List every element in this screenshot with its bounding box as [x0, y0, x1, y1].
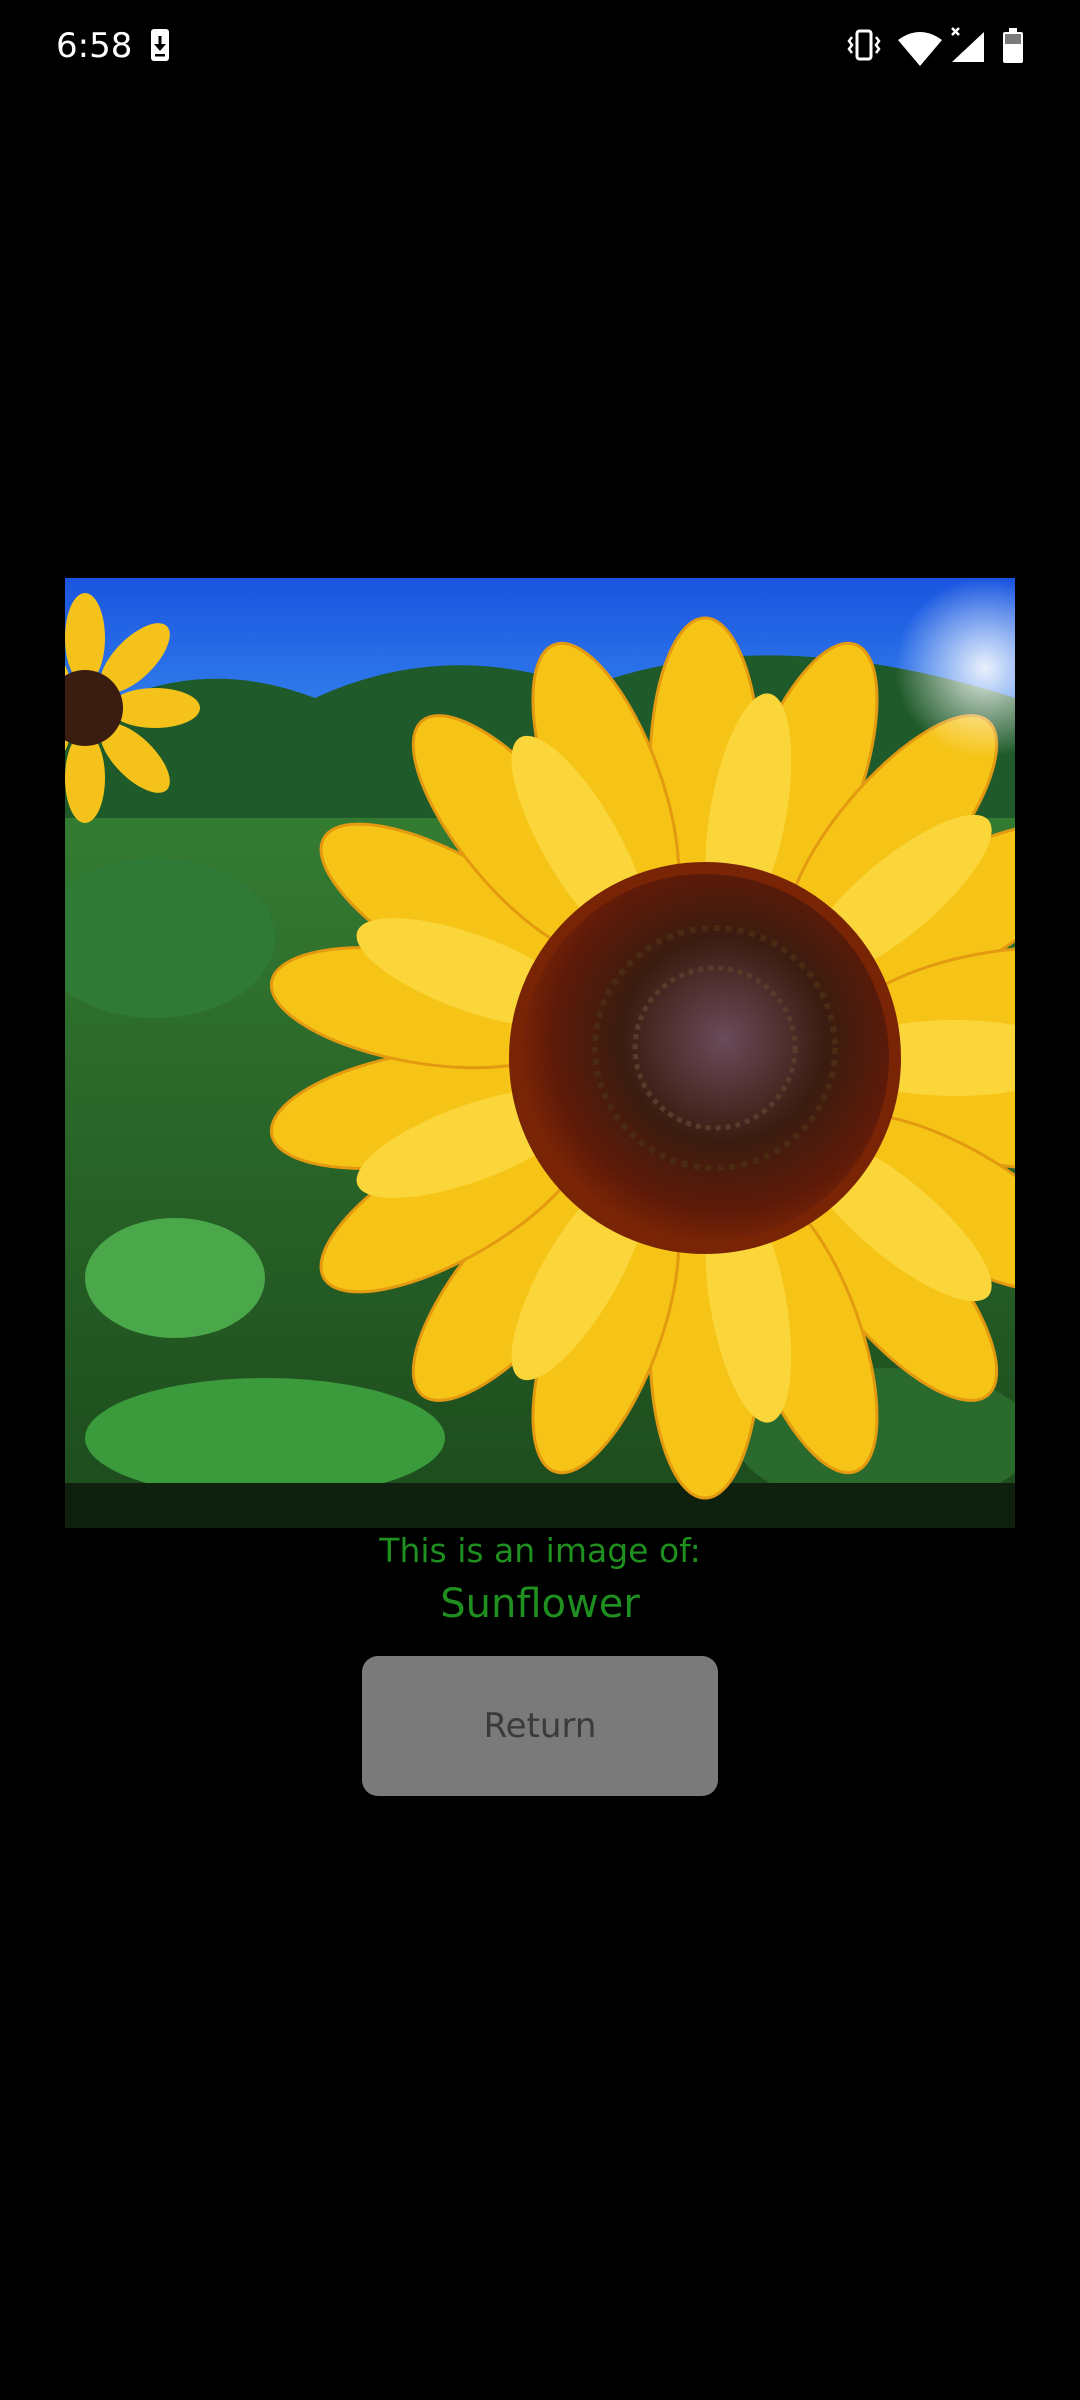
signal-icon [951, 27, 984, 62]
status-bar: 6:58 [0, 0, 1080, 96]
sunflower-image [65, 578, 1015, 1528]
wifi-icon [898, 32, 942, 66]
status-time: 6:58 [56, 26, 133, 66]
battery-icon [1003, 28, 1023, 63]
classification-result: Sunflower [440, 1581, 640, 1627]
vibrate-icon [847, 29, 881, 61]
return-button[interactable]: Return [362, 1656, 718, 1796]
caption-label: This is an image of: [379, 1531, 701, 1570]
download-notification-icon [151, 29, 169, 61]
